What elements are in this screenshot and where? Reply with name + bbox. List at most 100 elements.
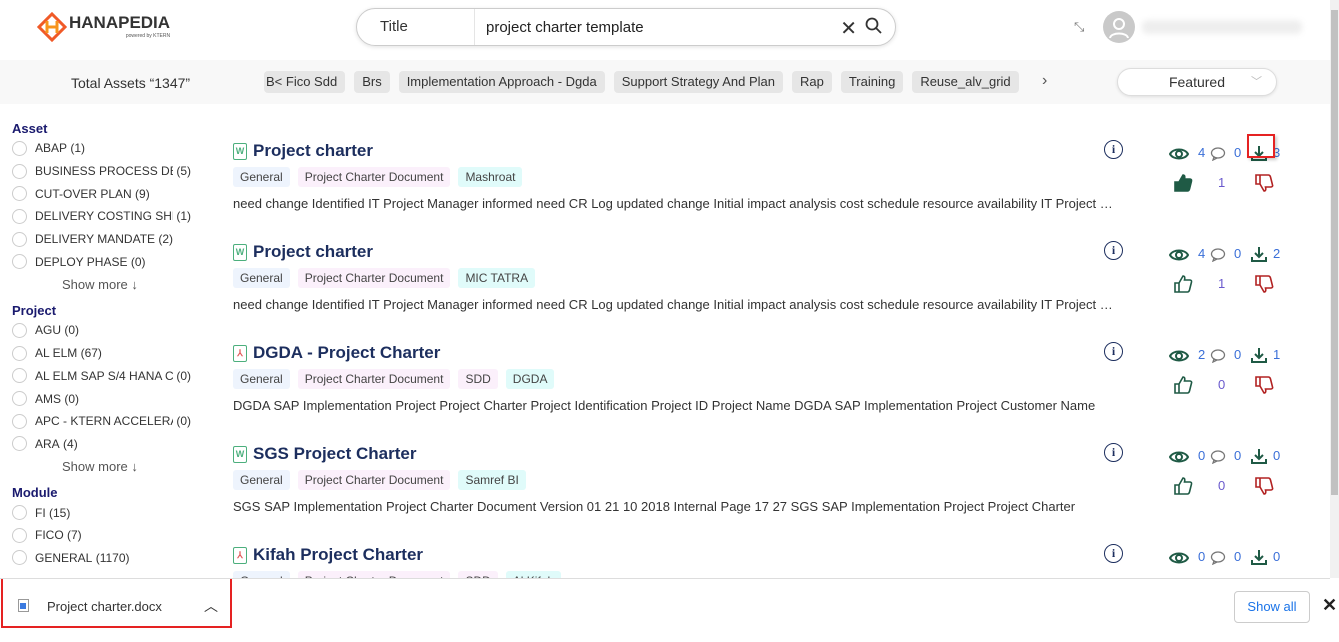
tag[interactable]: Project Charter Document (297, 369, 451, 389)
download-icon[interactable] (1250, 245, 1268, 266)
filter-label: AMS (35, 391, 62, 406)
filter-option[interactable]: DELIVERY MANDATE (2) (0, 228, 230, 251)
category-chip[interactable]: Rap (791, 71, 832, 93)
checkbox[interactable] (12, 140, 27, 156)
like-icon[interactable] (1173, 476, 1193, 499)
filter-option[interactable]: ARA (4) (0, 433, 230, 456)
info-icon[interactable]: i (1104, 544, 1123, 563)
result-title-link[interactable]: ⅄ DGDA - Project Charter (233, 343, 440, 363)
show-all-button[interactable]: Show all (1234, 591, 1310, 623)
tag[interactable]: General (233, 470, 290, 490)
chevron-up-icon[interactable]: ︿ (204, 596, 218, 616)
checkbox[interactable] (12, 550, 27, 566)
download-icon[interactable] (1250, 346, 1268, 367)
like-icon[interactable] (1173, 274, 1193, 297)
filter-option[interactable]: AGU (0) (0, 319, 230, 342)
like-icon[interactable] (1173, 173, 1193, 196)
download-item[interactable]: Project charter.docx ︿ (1, 579, 232, 628)
filter-option[interactable]: GENERAL (1170) (0, 547, 230, 570)
filter-option[interactable]: FI (15) (0, 501, 230, 524)
checkbox[interactable] (12, 322, 27, 338)
info-icon[interactable]: i (1104, 140, 1123, 159)
tag[interactable]: General (233, 268, 290, 288)
checkbox[interactable] (12, 527, 27, 543)
checkbox[interactable] (12, 436, 27, 452)
filter-label: ARA (35, 436, 60, 451)
result-title-link[interactable]: W Project charter (233, 242, 373, 262)
search-icon[interactable] (865, 17, 883, 35)
tag[interactable]: SDD (458, 369, 498, 389)
checkbox[interactable] (12, 368, 27, 384)
comments-icon[interactable] (1210, 248, 1226, 265)
category-chip[interactable]: B< Fico Sdd (264, 71, 346, 93)
tag[interactable]: General (233, 369, 290, 389)
tag[interactable]: Project Charter Document (297, 470, 451, 490)
checkbox[interactable] (12, 345, 27, 361)
info-icon[interactable]: i (1104, 241, 1123, 260)
category-chip[interactable]: Training (840, 71, 904, 93)
checkbox[interactable] (12, 391, 27, 407)
info-icon[interactable]: i (1104, 443, 1123, 462)
search-input[interactable] (486, 18, 826, 36)
category-chip[interactable]: Brs (354, 71, 390, 93)
filter-option[interactable]: BUSINESS PROCESS DES (5) (0, 160, 230, 183)
checkbox[interactable] (12, 208, 27, 224)
result-tags: General Project Charter Document SDD DGDA (233, 369, 555, 389)
tag[interactable]: Project Charter Document (297, 167, 451, 187)
show-more-link[interactable]: Show more ↓ (0, 273, 230, 295)
tag[interactable]: Mashroat (458, 167, 523, 187)
info-icon[interactable]: i (1104, 342, 1123, 361)
collapse-icon[interactable]: ⤡ (1074, 19, 1084, 35)
tag[interactable]: Samref BI (458, 470, 526, 490)
dislike-icon[interactable] (1254, 476, 1274, 499)
logo[interactable]: HANAPEDIA powered by KTERN (37, 12, 170, 42)
result-title-link[interactable]: W Project charter (233, 141, 373, 161)
filter-option[interactable]: CUT-OVER PLAN (9) (0, 182, 230, 205)
comments-icon[interactable] (1210, 147, 1226, 164)
tag[interactable]: Project Charter Document (297, 268, 451, 288)
filter-option[interactable]: DELIVERY COSTING SHEI (1) (0, 205, 230, 228)
tag[interactable]: MIC TATRA (458, 268, 536, 288)
filter-option[interactable]: APC - KTERN ACCELERAT (0) (0, 410, 230, 433)
dislike-icon[interactable] (1254, 274, 1274, 297)
filter-option[interactable]: AMS (0) (0, 387, 230, 410)
like-icon[interactable] (1173, 375, 1193, 398)
category-chip[interactable]: Support Strategy And Plan (613, 71, 783, 93)
comments-icon[interactable] (1210, 551, 1226, 568)
avatar[interactable] (1103, 11, 1135, 43)
checkbox[interactable] (12, 505, 27, 521)
scrollbar[interactable] (1330, 0, 1339, 578)
filter-option[interactable]: ABAP (1) (0, 137, 230, 160)
checkbox[interactable] (12, 254, 27, 270)
comments-icon[interactable] (1210, 349, 1226, 366)
filter-label: DELIVERY COSTING SHEI (35, 209, 173, 224)
checkbox[interactable] (12, 163, 27, 179)
download-icon[interactable] (1250, 447, 1268, 468)
result-title-link[interactable]: ⅄ Kifah Project Charter (233, 545, 423, 565)
filter-label: AGU (35, 323, 62, 338)
dislike-icon[interactable] (1254, 173, 1274, 196)
filter-option[interactable]: AL ELM SAP S/4 HANA C (0) (0, 365, 230, 388)
dislike-icon[interactable] (1254, 375, 1274, 398)
result-title-link[interactable]: W SGS Project Charter (233, 444, 416, 464)
category-chip[interactable]: Implementation Approach - Dgda (398, 71, 605, 93)
tag[interactable]: DGDA (505, 369, 555, 389)
download-icon[interactable] (1250, 548, 1268, 569)
tag[interactable]: General (233, 167, 290, 187)
download-bar: Project charter.docx ︿ Show all ✕ (0, 578, 1337, 628)
comments-icon[interactable] (1210, 450, 1226, 467)
chevron-right-icon[interactable]: › (1042, 72, 1047, 90)
filter-option[interactable]: FICO (7) (0, 524, 230, 547)
checkbox[interactable] (12, 413, 27, 429)
filter-option[interactable]: AL ELM (67) (0, 342, 230, 365)
sort-select[interactable]: Featured ﹀ (1117, 68, 1277, 96)
category-chip[interactable]: Reuse_alv_grid (912, 71, 1019, 93)
clear-search-icon[interactable]: ✕ (840, 16, 857, 41)
checkbox[interactable] (12, 186, 27, 202)
filter-option[interactable]: DEPLOY PHASE (0) (0, 250, 230, 273)
show-more-link[interactable]: Show more ↓ (0, 455, 230, 477)
close-icon[interactable]: ✕ (1322, 595, 1337, 616)
scrollbar-thumb[interactable] (1331, 10, 1338, 495)
search-type-select[interactable]: Title (357, 9, 475, 45)
checkbox[interactable] (12, 231, 27, 247)
